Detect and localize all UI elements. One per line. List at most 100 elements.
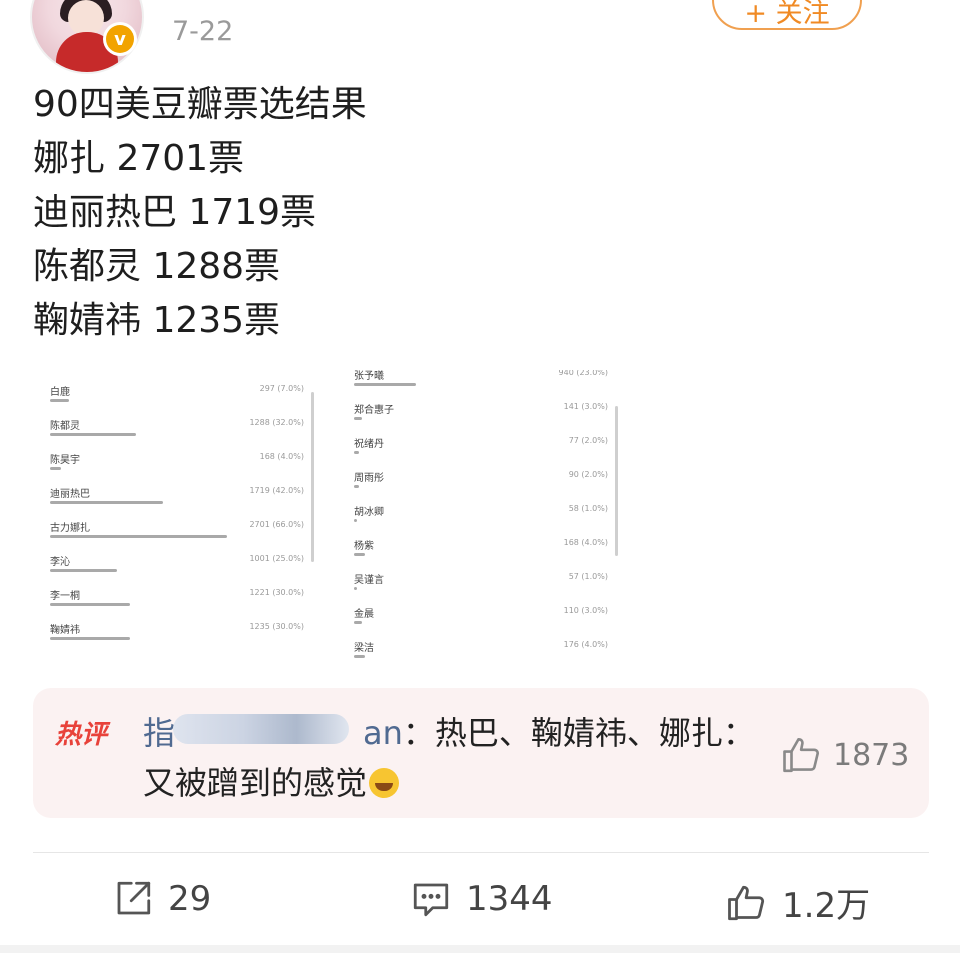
thumbs-up-icon [781,734,823,776]
poll-option-name: 张予曦 [354,371,384,382]
comment-button[interactable]: 1344 [410,878,553,920]
poll-option-votes: 90 (2.0%) [568,470,608,479]
hot-comment-author-tail: an [363,714,403,752]
poll-row: 梁洁 176 (4.0%) [346,632,618,660]
hot-comment-author[interactable]: 指 [143,708,175,754]
poll-option-name: 陈昊宇 [50,455,80,466]
poll-option-bar [354,417,362,420]
poll-option-name: 迪丽热巴 [50,489,90,500]
poll-option-bar [354,587,357,590]
poll-row: 金晨 110 (3.0%) [346,598,618,632]
hot-comment-like-count: 1873 [833,737,910,773]
poll-option-bar [354,621,362,624]
author-name-blur [173,714,349,744]
post-image-1[interactable]: 白鹿 297 (7.0%) 陈都灵 1288 (32.0%) 陈昊宇 168 (4.0%)… [42,370,314,660]
poll-option-bar [354,485,359,488]
poll-row: 迪丽热巴 1719 (42.0%) [42,478,314,512]
poll-row: 胡冰卿 58 (1.0%) [346,496,618,530]
poll-option-name: 梁洁 [354,643,374,654]
laughing-tears-icon [369,768,400,798]
post-line: 鞠婧祎 1235票 [33,300,281,341]
image-scrollbar [615,406,618,556]
poll-option-bar [354,451,359,454]
hot-comment-like-button[interactable]: 1873 [781,734,909,776]
post-date: 7-22 [172,16,234,47]
hot-comment-text-line1: an：热巴、鞠婧祎、娜扎： [363,708,755,754]
poll-option-votes: 168 (4.0%) [259,452,304,461]
poll-option-bar [354,519,357,522]
hot-comment-text-line2: 又被蹭到的感觉 [143,758,400,804]
poll-option-votes: 141 (3.0%) [563,402,608,411]
poll-option-bar [50,637,130,640]
poll-option-votes: 940 (23.0%) [558,370,608,377]
poll-option-name: 周雨彤 [354,473,384,484]
poll-option-votes: 57 (1.0%) [568,572,608,581]
repost-button[interactable]: 29 [112,878,211,920]
poll-option-name: 鞠婧祎 [50,625,80,636]
poll-option-votes: 297 (7.0%) [259,384,304,393]
image-scrollbar [311,392,314,562]
poll-row: 杨紫 168 (4.0%) [346,530,618,564]
poll-row: 李沁 1001 (25.0%) [42,546,314,580]
repost-count: 29 [168,879,212,919]
poll-row: 周雨彤 90 (2.0%) [346,462,618,496]
like-count: 1.2万 [782,886,871,926]
poll-option-votes: 1719 (42.0%) [249,486,304,495]
poll-row: 陈昊宇 168 (4.0%) [42,444,314,478]
poll-option-bar [50,603,130,606]
poll-option-votes: 1235 (30.0%) [249,622,304,631]
poll-option-votes: 110 (3.0%) [563,606,608,615]
poll-row: 祝绪丹 77 (2.0%) [346,428,618,462]
post-line: 90四美豆瓣票选结果 [33,84,367,125]
poll-option-name: 金晨 [354,609,374,620]
feed-separator [0,945,960,953]
poll-row: 吴谨言 57 (1.0%) [346,564,618,598]
thumbs-up-icon [726,882,768,924]
poll-row: 白鹿 297 (7.0%) [42,376,314,410]
poll-option-name: 李一桐 [50,591,80,602]
poll-option-bar [50,433,136,436]
avatar-face [68,0,104,36]
poll-option-name: 郑合惠子 [354,405,394,416]
poll-option-votes: 1221 (30.0%) [249,588,304,597]
poll-option-votes: 168 (4.0%) [563,538,608,547]
poll-row: 鞠婧祎 1235 (30.0%) [42,614,314,648]
post-text: 90四美豆瓣票选结果 娜扎 2701票 迪丽热巴 1719票 陈都灵 1288票… [33,78,913,348]
poll-option-name: 杨紫 [354,541,374,552]
like-button[interactable]: 1.2万 [726,878,870,927]
poll-row: 李一桐 1221 (30.0%) [42,580,314,614]
post-line: 陈都灵 1288票 [33,246,281,287]
poll-option-votes: 2701 (66.0%) [249,520,304,529]
repost-icon [112,878,154,920]
poll-option-votes: 58 (1.0%) [568,504,608,513]
poll-option-name: 古力娜扎 [50,523,90,534]
poll-option-bar [354,553,365,556]
poll-option-bar [50,399,69,402]
poll-row: 陈都灵 1288 (32.0%) [42,410,314,444]
verified-badge-icon: v [103,22,137,56]
poll-option-votes: 1288 (32.0%) [249,418,304,427]
poll-option-name: 祝绪丹 [354,439,384,450]
poll-option-bar [354,655,365,658]
poll-option-bar [50,569,117,572]
hot-comment[interactable]: 热评 指 an：热巴、鞠婧祎、娜扎： 又被蹭到的感觉 1873 [33,688,929,818]
poll-row: 张予曦 940 (23.0%) [346,370,618,394]
verified-badge-label: v [106,25,134,53]
poll-option-name: 胡冰卿 [354,507,384,518]
poll-option-name: 李沁 [50,557,70,568]
poll-option-bar [354,383,416,386]
hot-comment-text: 又被蹭到的感觉 [143,764,368,802]
hot-comment-label: 热评 [55,720,108,750]
post-line: 娜扎 2701票 [33,138,245,179]
poll-option-bar [50,535,227,538]
poll-row: 郑合惠子 141 (3.0%) [346,394,618,428]
follow-button[interactable]: + 关注 [712,0,862,30]
post-line: 迪丽热巴 1719票 [33,192,317,233]
poll-option-name: 陈都灵 [50,421,80,432]
poll-option-bar [50,467,61,470]
hot-comment-text: ：热巴、鞠婧祎、娜扎： [402,714,755,752]
post-image-2[interactable]: 张予曦 940 (23.0%) 郑合惠子 141 (3.0%) 祝绪丹 77 (2.0%)… [346,370,618,660]
poll-row: 古力娜扎 2701 (66.0%) [42,512,314,546]
poll-option-votes: 77 (2.0%) [568,436,608,445]
divider [33,852,929,853]
